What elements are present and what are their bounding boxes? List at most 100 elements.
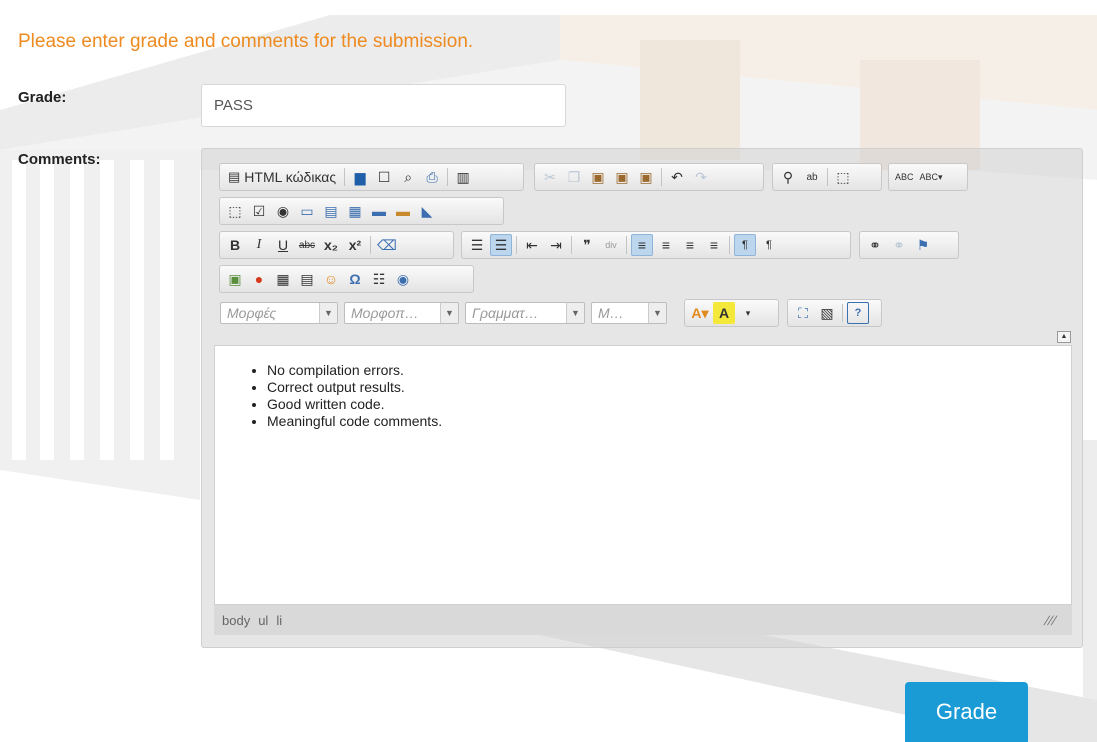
path-body[interactable]: body	[222, 613, 250, 628]
spellcheck-as-you-type-icon[interactable]: ABC▾	[918, 166, 945, 188]
subscript-icon[interactable]: x₂	[320, 234, 342, 256]
bold-icon[interactable]: B	[224, 234, 246, 256]
save-icon[interactable]: ▆	[349, 166, 371, 188]
toolbar-group-forms: ⬚ ☑ ◉ ▭ ▤ ▦ ▬ ▬ ◣	[219, 197, 504, 225]
numbered-list-icon[interactable]: ☰	[466, 234, 488, 256]
special-char-icon[interactable]: Ω	[344, 268, 366, 290]
styles-combo[interactable]: Μορφές ▼	[220, 302, 338, 324]
link-icon[interactable]: ⚭	[864, 234, 886, 256]
paste-word-icon[interactable]: ▣	[635, 166, 657, 188]
grade-input[interactable]	[201, 84, 566, 127]
superscript-icon[interactable]: x²	[344, 234, 366, 256]
toolbar-group-styles: Μορφές ▼ Μορφοπ… ▼ Γραμματ… ▼ Μ… ▼	[214, 299, 679, 327]
source-icon: ▤	[228, 169, 241, 184]
toolbar-group-basicstyles: B I U abc x₂ x² ⌫	[219, 231, 454, 259]
chevron-down-icon: ▼	[566, 303, 584, 323]
smiley-icon[interactable]: ☺	[320, 268, 342, 290]
spellcheck-icon[interactable]: ABC	[893, 166, 916, 188]
toolbar-group-paragraph: ☰ ☰ ⇤ ⇥ ❞ div ≡ ≡ ≡ ≡ ¶ ¶	[461, 231, 851, 259]
strikethrough-icon[interactable]: abc	[296, 234, 318, 256]
list-item: Good written code.	[267, 396, 1071, 413]
indent-icon[interactable]: ⇥	[545, 234, 567, 256]
format-combo[interactable]: Μορφοπ… ▼	[344, 302, 459, 324]
text-field-icon[interactable]: ▭	[296, 200, 318, 222]
italic-icon[interactable]: I	[248, 234, 270, 256]
remove-format-icon[interactable]: ⌫	[375, 234, 399, 256]
toolbar-group-document: ▤ HTML κώδικας ▆ ☐ ⌕ ⎙ ▥	[219, 163, 524, 191]
chevron-down-icon: ▼	[440, 303, 458, 323]
undo-icon[interactable]: ↶	[666, 166, 688, 188]
underline-icon[interactable]: U	[272, 234, 294, 256]
find-icon[interactable]: ⚲	[777, 166, 799, 188]
toolbar-group-find: ⚲ ab ⬚	[772, 163, 882, 191]
comments-label: Comments:	[18, 151, 101, 168]
print-icon[interactable]: ⎙	[421, 166, 443, 188]
ltr-icon[interactable]: ¶	[734, 234, 756, 256]
editor-content-area[interactable]: No compilation errors. Correct output re…	[214, 345, 1072, 605]
new-page-icon[interactable]: ☐	[373, 166, 395, 188]
source-button[interactable]: ▤ HTML κώδικας	[224, 166, 340, 188]
align-center-icon[interactable]: ≡	[655, 234, 677, 256]
page-break-icon[interactable]: ☷	[368, 268, 390, 290]
table-icon[interactable]: ▦	[272, 268, 294, 290]
collapse-toolbar-icon[interactable]: ▲	[1057, 331, 1071, 343]
iframe-icon[interactable]: ◉	[392, 268, 414, 290]
blockquote-icon[interactable]: ❞	[576, 234, 598, 256]
background-color-icon[interactable]: A	[713, 302, 735, 324]
paste-icon[interactable]: ▣	[587, 166, 609, 188]
radio-icon[interactable]: ◉	[272, 200, 294, 222]
button-icon[interactable]: ▬	[368, 200, 390, 222]
rich-text-editor: ▤ HTML κώδικας ▆ ☐ ⌕ ⎙ ▥ ✂ ❐ ▣ ▣ ▣ ↶ ↷ ⚲…	[201, 148, 1083, 648]
text-color-icon[interactable]: A▾	[689, 302, 711, 324]
flash-icon[interactable]: ●	[248, 268, 270, 290]
checkbox-icon[interactable]: ☑	[248, 200, 270, 222]
horizontal-rule-icon[interactable]: ▤	[296, 268, 318, 290]
comment-list: No compilation errors. Correct output re…	[215, 362, 1071, 430]
redo-icon[interactable]: ↷	[690, 166, 712, 188]
anchor-icon[interactable]: ⚑	[912, 234, 934, 256]
textarea-icon[interactable]: ▤	[320, 200, 342, 222]
bulleted-list-icon[interactable]: ☰	[490, 234, 512, 256]
list-item: Meaningful code comments.	[267, 413, 1071, 430]
styles-combo-label: Μορφές	[227, 305, 277, 321]
toolbar-group-insert: ▣ ● ▦ ▤ ☺ Ω ☷ ◉	[219, 265, 474, 293]
align-right-icon[interactable]: ≡	[679, 234, 701, 256]
chevron-down-icon: ▼	[319, 303, 337, 323]
bg-color-dropdown-icon[interactable]: ▾	[737, 302, 759, 324]
select-all-icon[interactable]: ⬚	[832, 166, 854, 188]
size-combo[interactable]: Μ… ▼	[591, 302, 667, 324]
maximize-icon[interactable]: ⛶	[792, 302, 814, 324]
path-ul[interactable]: ul	[258, 613, 268, 628]
templates-icon[interactable]: ▥	[452, 166, 474, 188]
align-left-icon[interactable]: ≡	[631, 234, 653, 256]
select-icon[interactable]: ▦	[344, 200, 366, 222]
unlink-icon[interactable]: ⚭	[888, 234, 910, 256]
paste-text-icon[interactable]: ▣	[611, 166, 633, 188]
image-button-icon[interactable]: ▬	[392, 200, 414, 222]
show-blocks-icon[interactable]: ▧	[816, 302, 838, 324]
form-icon[interactable]: ⬚	[224, 200, 246, 222]
cut-icon[interactable]: ✂	[539, 166, 561, 188]
preview-icon[interactable]: ⌕	[397, 166, 419, 188]
replace-icon[interactable]: ab	[801, 166, 823, 188]
chevron-down-icon: ▼	[648, 303, 666, 323]
rtl-icon[interactable]: ¶	[758, 234, 780, 256]
hidden-field-icon[interactable]: ◣	[416, 200, 438, 222]
outdent-icon[interactable]: ⇤	[521, 234, 543, 256]
list-item: Correct output results.	[267, 379, 1071, 396]
path-li[interactable]: li	[276, 613, 282, 628]
copy-icon[interactable]: ❐	[563, 166, 585, 188]
source-button-label: HTML κώδικας	[244, 169, 337, 185]
toolbar-group-colors: A▾ A ▾	[684, 299, 779, 327]
toolbar-group-tools: ⛶ ▧ ?	[787, 299, 882, 327]
font-combo[interactable]: Γραμματ… ▼	[465, 302, 585, 324]
font-combo-label: Γραμματ…	[472, 305, 539, 321]
div-icon[interactable]: div	[600, 234, 622, 256]
align-justify-icon[interactable]: ≡	[703, 234, 725, 256]
image-icon[interactable]: ▣	[224, 268, 246, 290]
list-item: No compilation errors.	[267, 362, 1071, 379]
format-combo-label: Μορφοπ…	[351, 305, 419, 321]
resize-handle-icon[interactable]: ///	[1042, 613, 1058, 628]
grade-button[interactable]: Grade	[905, 682, 1028, 742]
help-icon[interactable]: ?	[847, 302, 869, 324]
